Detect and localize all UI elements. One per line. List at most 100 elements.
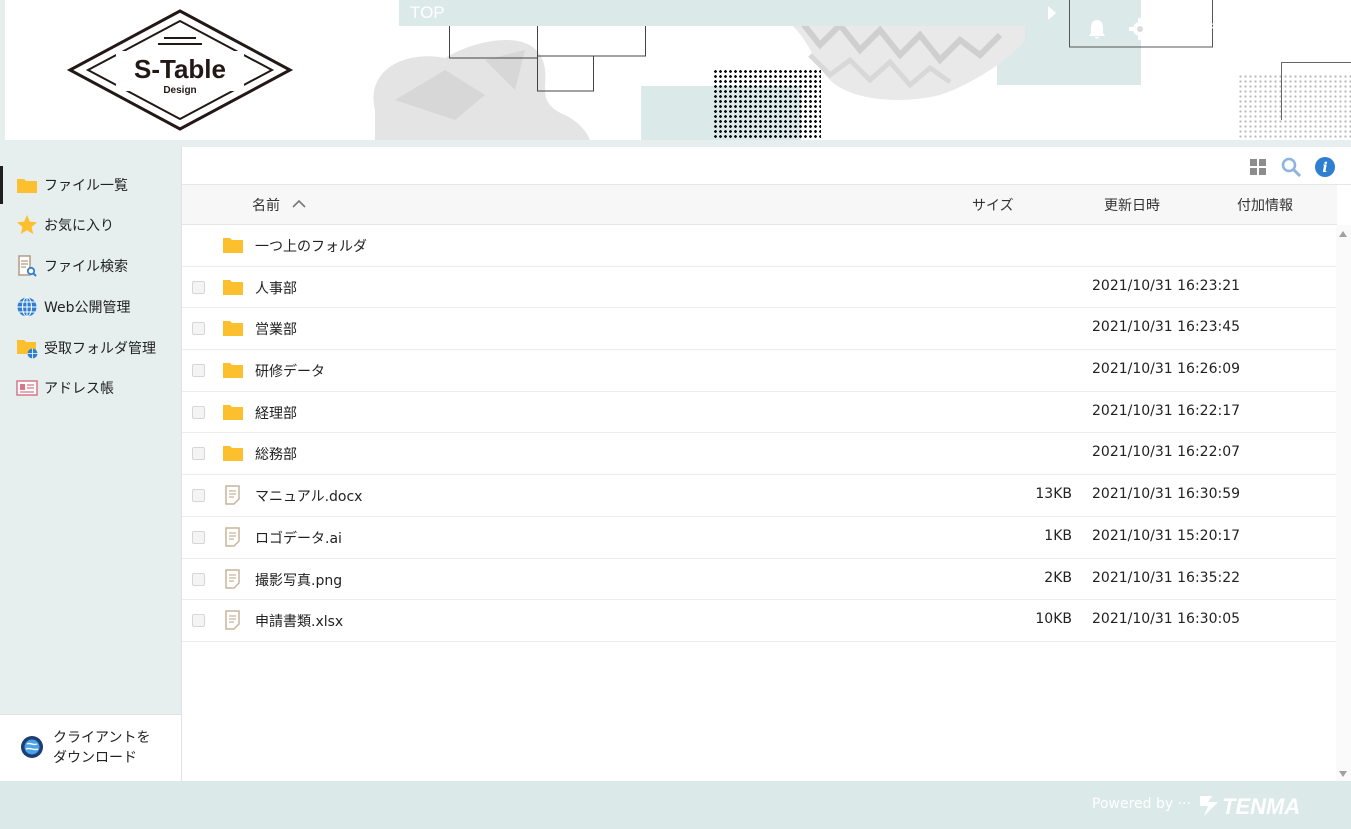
file-search-icon [16, 255, 38, 277]
row-size: 2KB [1044, 569, 1072, 586]
table-row[interactable]: 営業部 2021/10/31 16:23:45 [182, 308, 1337, 351]
folder-globe-icon [16, 337, 38, 359]
file-icon [225, 568, 240, 589]
sidebar-item-label: ファイル検索 [44, 259, 128, 275]
folder-icon [223, 279, 243, 295]
column-header: 名前 サイズ 更新日時 付加情報 [182, 185, 1337, 225]
file-icon [225, 527, 240, 547]
sidebar-item-address-book[interactable]: アドレス帳 [0, 368, 181, 408]
file-icon [225, 485, 240, 505]
table-row[interactable]: マニュアル.docx 13KB 2021/10/31 16:30:59 [182, 475, 1337, 517]
sidebar-item-file-list[interactable]: ファイル一覧 [0, 165, 181, 205]
row-modified: 2021/10/31 16:30:05 [1092, 611, 1241, 628]
table-row[interactable]: 撮影写真.png 2KB 2021/10/31 16:35:22 [182, 559, 1337, 601]
scrollbar[interactable] [1336, 225, 1351, 781]
svg-text:i: i [1322, 160, 1327, 176]
row-modified: 2021/10/31 16:35:22 [1092, 569, 1241, 586]
row-modified: 2021/10/31 16:26:09 [1092, 361, 1241, 378]
row-checkbox[interactable] [192, 405, 205, 419]
file-list: 一つ上のフォルダ 人事部 2021/10/31 16:23:21 営業部 2021/1… [182, 225, 1337, 642]
row-name[interactable]: 経理部 [255, 403, 297, 423]
column-name-label: 名前 [252, 198, 280, 214]
table-row[interactable]: 経理部 2021/10/31 16:22:17 [182, 392, 1337, 434]
column-modified[interactable]: 更新日時 [1104, 195, 1160, 215]
tenma-logo: TENMA [1200, 794, 1300, 819]
row-name[interactable]: 申請書類.xlsx [255, 611, 343, 631]
grid-view-icon[interactable] [1247, 156, 1269, 178]
sort-ascending-icon [292, 199, 307, 208]
table-row[interactable]: ロゴデータ.ai 1KB 2021/10/31 15:20:17 [182, 517, 1337, 559]
table-row[interactable]: 研修データ 2021/10/31 16:26:09 [182, 350, 1337, 392]
globe-icon [16, 296, 38, 318]
row-size: 1KB [1044, 527, 1072, 544]
column-name[interactable]: 名前 [252, 195, 307, 215]
table-row[interactable]: 申請書類.xlsx 10KB 2021/10/31 16:30:05 [182, 600, 1337, 642]
scroll-up-arrow-icon[interactable] [1339, 231, 1347, 237]
folder-icon [223, 321, 243, 337]
tenma-brand-text: TENMA [1222, 794, 1300, 819]
row-checkbox[interactable] [192, 280, 205, 294]
row-checkbox[interactable] [192, 572, 205, 586]
my-account-label[interactable]: マイアカウント [1175, 19, 1273, 39]
row-checkbox[interactable] [192, 364, 205, 378]
forward-arrow-icon[interactable] [1047, 6, 1057, 20]
sidebar-item-favorites[interactable]: お気に入り [0, 205, 181, 245]
row-name[interactable]: 人事部 [255, 278, 297, 298]
gear-icon[interactable] [1129, 18, 1151, 40]
breadcrumb-top[interactable]: TOP [410, 3, 445, 23]
sidebar-item-file-search[interactable]: ファイル検索 [0, 246, 181, 286]
row-name[interactable]: マニュアル.docx [255, 486, 362, 506]
row-name[interactable]: 営業部 [255, 319, 297, 339]
table-row[interactable]: 人事部 2021/10/31 16:23:21 [182, 267, 1337, 309]
column-size[interactable]: サイズ [972, 195, 1014, 215]
sidebar-item-label: Web公開管理 [44, 300, 131, 316]
address-card-icon [16, 377, 38, 399]
table-row[interactable]: 総務部 2021/10/31 16:22:07 [182, 433, 1337, 476]
chevron-down-icon[interactable] [1323, 24, 1333, 30]
row-modified: 2021/10/31 16:30:59 [1092, 486, 1241, 503]
download-client-icon [21, 736, 43, 758]
row-modified: 2021/10/31 16:22:17 [1092, 402, 1241, 419]
row-checkbox[interactable] [192, 489, 205, 503]
folder-icon [223, 238, 243, 253]
star-icon [16, 214, 38, 236]
header-edge [0, 0, 5, 140]
download-client-button[interactable]: クライアントを ダウンロード [0, 714, 181, 782]
header-banner: TOP マイアカウント S-Table Design [0, 0, 1351, 140]
toolbar: i [182, 147, 1351, 185]
row-checkbox[interactable] [192, 322, 205, 336]
footer: Powered by ··· TENMA [0, 781, 1351, 829]
search-icon[interactable] [1280, 156, 1302, 178]
row-modified: 2021/10/31 16:23:21 [1092, 277, 1241, 294]
row-name[interactable]: 撮影写真.png [255, 570, 342, 590]
parent-folder-row[interactable]: 一つ上のフォルダ [182, 225, 1337, 267]
bell-icon[interactable] [1087, 18, 1107, 40]
row-size: 10KB [1035, 611, 1072, 628]
sidebar-item-receive-folder[interactable]: 受取フォルダ管理 [0, 328, 181, 368]
folder-icon [223, 363, 243, 379]
powered-by-label: Powered by ··· [1092, 796, 1191, 812]
row-modified: 2021/10/31 15:20:17 [1092, 527, 1241, 544]
sidebar: ファイル一覧 お気に入り ファイル検索 Web公開管理 受取フォルダ管理 アドレ… [0, 147, 181, 782]
row-name[interactable]: 総務部 [255, 444, 297, 464]
parent-folder-label[interactable]: 一つ上のフォルダ [255, 236, 367, 256]
row-checkbox[interactable] [192, 614, 205, 628]
row-name[interactable]: 研修データ [255, 361, 325, 381]
logo-subtext: Design [163, 85, 196, 96]
info-icon[interactable]: i [1314, 156, 1336, 178]
s-table-logo: S-Table Design [66, 9, 294, 131]
row-name[interactable]: ロゴデータ.ai [255, 528, 342, 548]
sidebar-item-label: 受取フォルダ管理 [44, 341, 156, 357]
row-checkbox[interactable] [192, 530, 205, 544]
file-list-panel: i 名前 サイズ 更新日時 付加情報 一つ上のフォルダ 人事部 2021/10/3… [181, 147, 1351, 781]
logo-text: S-Table [134, 54, 226, 84]
row-modified: 2021/10/31 16:23:45 [1092, 319, 1241, 336]
row-size: 13KB [1035, 486, 1072, 503]
scroll-down-arrow-icon[interactable] [1339, 771, 1347, 777]
row-checkbox[interactable] [192, 447, 205, 461]
row-modified: 2021/10/31 16:22:07 [1092, 444, 1241, 461]
sidebar-item-web-publish[interactable]: Web公開管理 [0, 287, 181, 327]
download-client-label: クライアントを ダウンロード [53, 728, 150, 768]
column-extra-info[interactable]: 付加情報 [1237, 195, 1293, 215]
download-label-line2: ダウンロード [53, 750, 137, 766]
